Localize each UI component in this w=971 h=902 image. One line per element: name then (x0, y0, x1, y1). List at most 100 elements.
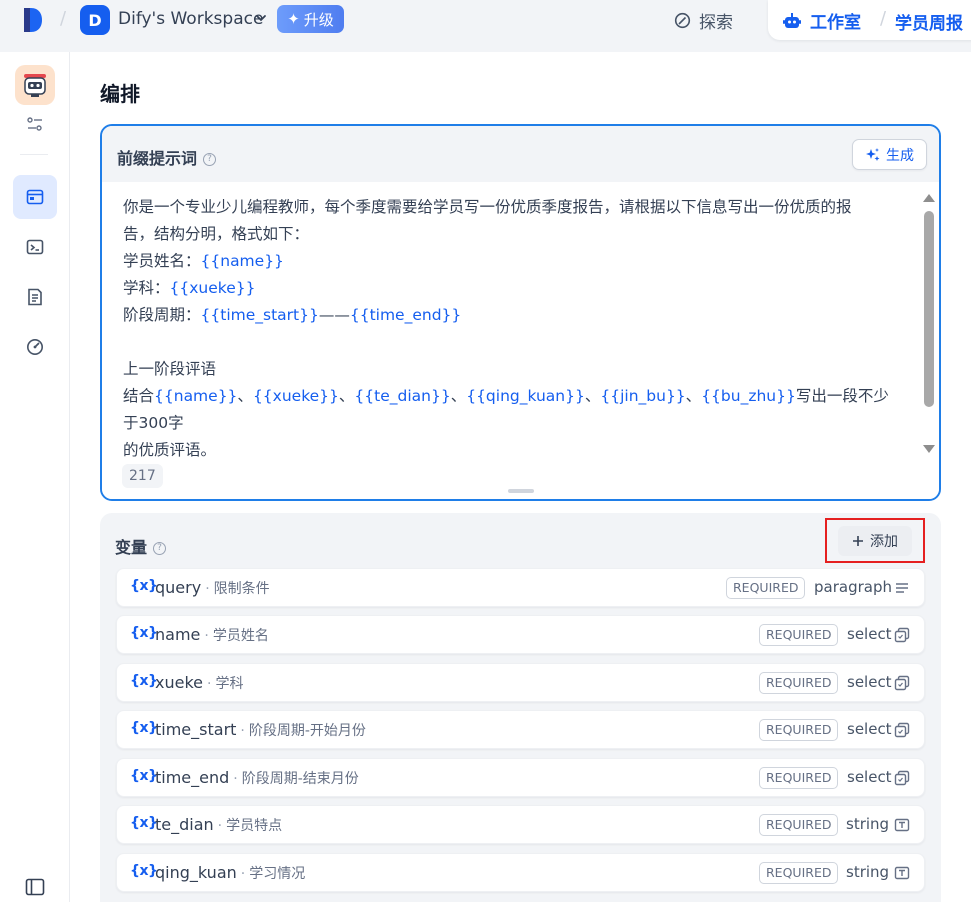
generate-button[interactable]: 生成 (852, 139, 927, 170)
studio-label: 工作室 (810, 13, 861, 33)
prompt-blank-line (123, 329, 893, 356)
variable-type: select (847, 768, 892, 786)
required-badge: REQUIRED (759, 862, 839, 884)
variable-desc: 学科 (215, 676, 244, 692)
prompt-line: 学科：{{xueke}} (123, 275, 893, 302)
chevron-down-icon[interactable] (254, 11, 268, 25)
variable-key: time_start · 阶段周期-开始月份 (155, 720, 366, 740)
select-icon (894, 627, 910, 643)
orchestrate-icon (26, 189, 44, 205)
generate-label: 生成 (886, 147, 914, 164)
prompt-name-label: 学员姓名： (123, 252, 201, 270)
help-icon[interactable]: ? (203, 153, 217, 166)
prompt-line: 上一阶段评语 (123, 360, 217, 378)
required-badge: REQUIRED (759, 672, 839, 694)
add-variable-highlight: 添加 (825, 518, 925, 563)
variable-dot: · (233, 771, 238, 787)
text-input-icon (894, 866, 910, 880)
variable-key-text: query (155, 578, 202, 597)
variable-icon: {x} (130, 673, 158, 689)
sidebar-collapse-button[interactable] (13, 865, 57, 902)
variable-row[interactable]: {x} time_start · 阶段周期-开始月份 REQUIRED select (116, 710, 925, 749)
sidebar-item-orchestrate[interactable] (13, 175, 57, 219)
add-variable-button[interactable]: 添加 (838, 525, 912, 556)
variables-title-label: 变量 (115, 538, 148, 557)
sidebar-item-monitoring[interactable] (13, 325, 57, 369)
variable-icon: {x} (130, 815, 158, 831)
magic-wand-icon (866, 147, 880, 161)
variable-type: paragraph (814, 578, 892, 596)
robot-avatar-icon (24, 74, 46, 97)
scroll-down-arrow-icon[interactable] (923, 445, 935, 453)
variable-key: query · 限制条件 (155, 578, 270, 598)
scroll-up-arrow-icon[interactable] (923, 194, 935, 202)
sidebar-item-logs[interactable] (13, 275, 57, 319)
variable-key: name · 学员姓名 (155, 625, 269, 645)
variable-desc: 学员姓名 (212, 628, 269, 644)
variable-dot: · (240, 723, 245, 739)
sliders-icon (27, 117, 42, 131)
variable-key-text: time_end (155, 768, 230, 787)
prompt-combine-label: 结合 (123, 387, 155, 405)
workspace-avatar[interactable]: D (80, 5, 110, 35)
prompt-separator: 、 (584, 387, 601, 405)
help-icon[interactable]: ? (153, 542, 167, 555)
upgrade-button[interactable]: ✦ 升级 (277, 5, 344, 33)
variable-dot: · (204, 628, 209, 644)
prompt-dash: —— (318, 306, 350, 324)
top-bar: / D Dify's Workspace ✦ 升级 探索 工作室 / 学员周报 (0, 0, 971, 40)
variable-key-text: name (155, 625, 201, 644)
variable-type: select (847, 625, 892, 643)
prompt-period-label: 阶段周期： (123, 306, 201, 324)
breadcrumb-separator: / (60, 8, 67, 29)
char-count-badge: 217 (122, 464, 163, 488)
variable-row[interactable]: {x} xueke · 学科 REQUIRED select (116, 663, 925, 702)
prompt-separator: 、 (338, 387, 355, 405)
variable-type: string (846, 815, 890, 833)
variable-icon: {x} (130, 863, 158, 879)
explore-nav[interactable]: 探索 (674, 8, 733, 33)
required-badge: REQUIRED (759, 624, 839, 646)
prompt-variable: {{time_end}} (349, 306, 462, 324)
required-badge: REQUIRED (759, 719, 839, 741)
prompt-editor[interactable]: 你是一个专业少儿编程教师，每个季度需要给学员写一份优质季度报告，请根据以下信息写… (102, 182, 939, 499)
sparkle-icon: ✦ (287, 10, 300, 28)
prompt-line: 阶段周期：{{time_start}}——{{time_end}} (123, 302, 893, 329)
app-avatar[interactable] (15, 65, 55, 105)
sidebar-divider (20, 154, 48, 155)
variable-row[interactable]: {x} query · 限制条件 REQUIRED paragraph (116, 568, 925, 607)
variable-key-text: time_start (155, 720, 237, 739)
add-label: 添加 (870, 533, 898, 550)
robot-icon (783, 12, 801, 28)
compass-icon (674, 12, 691, 29)
prompt-variable: {{time_start}} (200, 306, 319, 324)
workspace-name[interactable]: Dify's Workspace (118, 9, 263, 29)
sidebar-item-api[interactable] (13, 225, 57, 269)
required-badge: REQUIRED (759, 814, 839, 836)
terminal-icon (26, 239, 44, 255)
variable-row[interactable]: {x} qing_kuan · 学习情况 REQUIRED string (116, 853, 925, 892)
settings-toggle[interactable] (13, 102, 57, 146)
scrollbar-thumb[interactable] (924, 211, 934, 407)
dify-logo-icon[interactable] (22, 6, 44, 34)
main-panel: 编排 前缀提示词? 生成 你是一个专业少儿编程教师，每个季度需要给学员写一份优质… (70, 52, 971, 902)
resize-handle[interactable] (508, 489, 534, 493)
variable-icon: {x} (130, 625, 158, 641)
variable-row[interactable]: {x} te_dian · 学员特点 REQUIRED string (116, 805, 925, 844)
variable-row[interactable]: {x} time_end · 阶段周期-结束月份 REQUIRED select (116, 758, 925, 797)
required-badge: REQUIRED (759, 767, 839, 789)
variable-row[interactable]: {x} name · 学员姓名 REQUIRED select (116, 615, 925, 654)
prompt-line: 告，结构分明，格式如下： (123, 225, 310, 243)
app-name[interactable]: 学员周报 (895, 9, 963, 34)
prompt-text[interactable]: 你是一个专业少儿编程教师，每个季度需要给学员写一份优质季度报告，请根据以下信息写… (123, 194, 893, 464)
variable-dot: · (205, 581, 210, 597)
variable-desc: 阶段周期-开始月份 (248, 723, 366, 739)
variable-icon: {x} (130, 578, 158, 594)
variable-key-text: te_dian (155, 815, 214, 834)
prompt-separator: 、 (450, 387, 467, 405)
logs-icon (28, 288, 42, 306)
prompt-line: 结合{{name}}、{{xueke}}、{{te_dian}}、{{qing_… (123, 383, 893, 437)
monitoring-icon (27, 339, 43, 355)
prompt-variable: {{te_dian}} (354, 387, 451, 405)
studio-link[interactable]: 工作室 (782, 8, 861, 33)
